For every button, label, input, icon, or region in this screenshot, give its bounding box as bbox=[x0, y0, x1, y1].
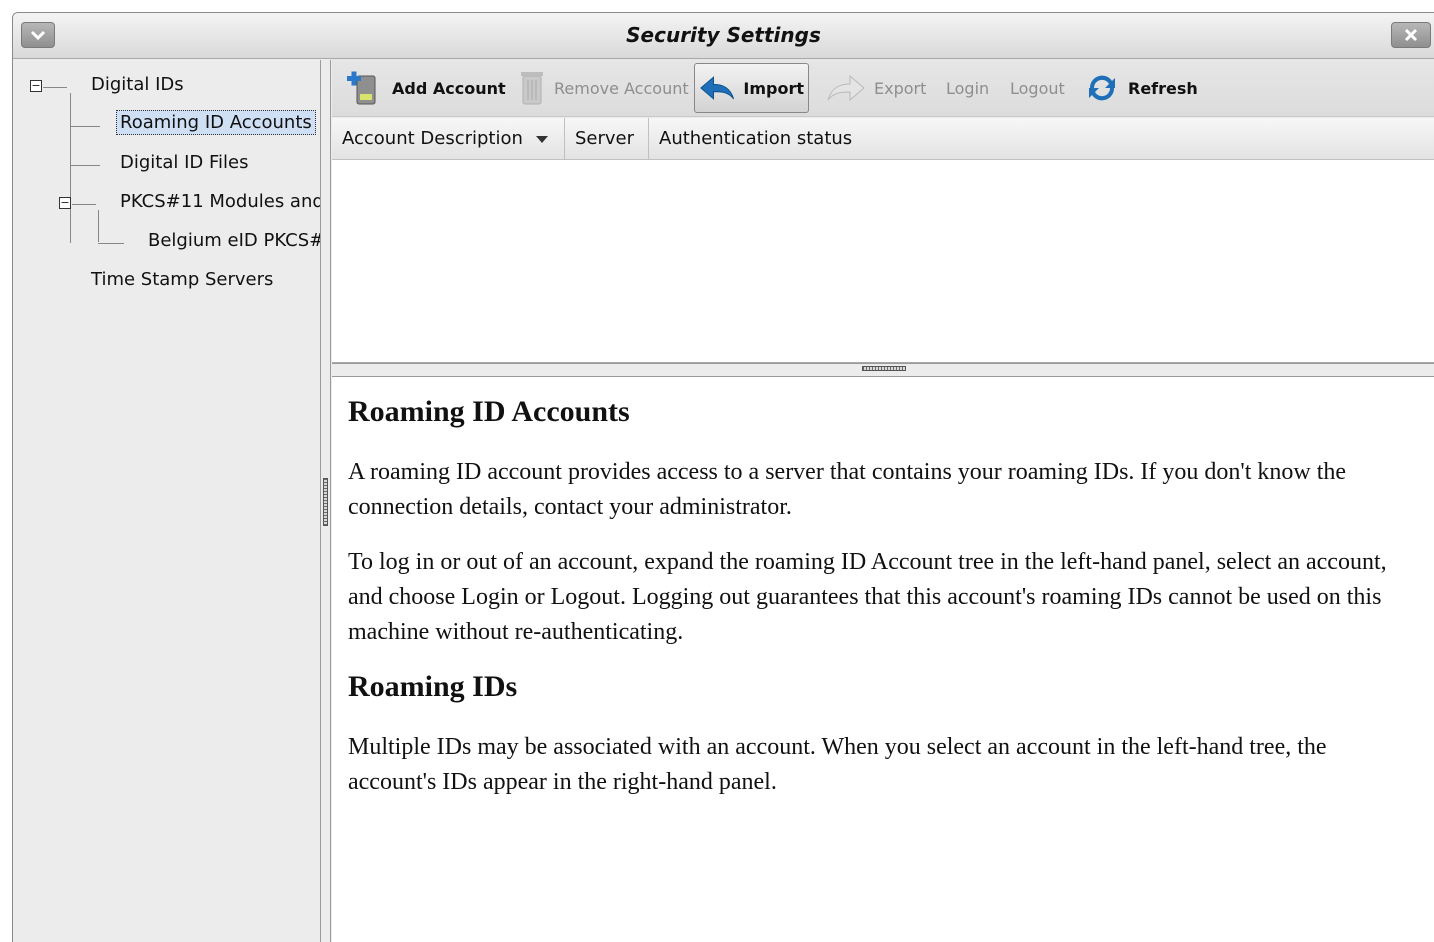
expander-pkcs[interactable]: − bbox=[59, 197, 71, 209]
account-list[interactable] bbox=[332, 160, 1434, 363]
tree-item-digital-id-files[interactable]: Digital ID Files bbox=[120, 152, 249, 173]
column-account-description[interactable]: Account Description bbox=[332, 118, 565, 160]
logout-label: Logout bbox=[1010, 78, 1065, 98]
sort-down-icon bbox=[535, 136, 548, 143]
column-server[interactable]: Server bbox=[565, 118, 649, 160]
tree-item-belgium-eid[interactable]: Belgium eID PKCS# bbox=[148, 230, 324, 251]
expander-digital-ids[interactable]: − bbox=[30, 80, 42, 92]
remove-account-button[interactable]: Remove Account bbox=[514, 63, 693, 113]
add-account-icon bbox=[347, 71, 376, 105]
title-bar: Security Settings bbox=[13, 13, 1434, 59]
help-paragraph-1: A roaming ID account provides access to … bbox=[348, 459, 1347, 520]
help-panel: Roaming ID Accounts A roaming ID account… bbox=[332, 377, 1434, 942]
import-button[interactable]: Import bbox=[694, 63, 809, 113]
splitter-grip[interactable] bbox=[323, 478, 328, 526]
column-label-account-description: Account Description bbox=[342, 128, 523, 149]
remove-account-label: Remove Account bbox=[554, 78, 689, 98]
login-label: Login bbox=[946, 78, 990, 98]
horizontal-splitter[interactable] bbox=[332, 363, 1434, 377]
refresh-button[interactable]: Refresh bbox=[1080, 63, 1202, 113]
column-label-server: Server bbox=[575, 128, 635, 149]
vertical-splitter[interactable] bbox=[320, 60, 331, 942]
splitter-grip-horizontal[interactable] bbox=[862, 366, 906, 371]
help-paragraph-2: To log in or out of an account, expand t… bbox=[348, 549, 1387, 645]
close-button[interactable] bbox=[1391, 22, 1431, 48]
tree-item-time-stamp-servers[interactable]: Time Stamp Servers bbox=[91, 269, 273, 290]
tree-item-digital-ids[interactable]: Digital IDs bbox=[91, 74, 184, 95]
column-authentication-status[interactable]: Authentication status bbox=[649, 118, 1434, 160]
column-label-authentication-status: Authentication status bbox=[659, 128, 853, 149]
help-heading-roaming-id-accounts: Roaming ID Accounts bbox=[348, 395, 630, 428]
export-arrow-icon bbox=[827, 74, 865, 102]
refresh-label: Refresh bbox=[1128, 78, 1198, 98]
account-table-header: Account Description Server Authenticatio… bbox=[332, 118, 1434, 160]
window-title: Security Settings bbox=[626, 23, 821, 47]
export-label: Export bbox=[874, 78, 927, 98]
tree-item-pkcs-modules[interactable]: PKCS#11 Modules and bbox=[120, 191, 324, 212]
add-account-label: Add Account bbox=[392, 78, 506, 98]
import-arrow-icon bbox=[700, 76, 735, 100]
help-paragraph-3: Multiple IDs may be associated with an a… bbox=[348, 734, 1327, 795]
import-label: Import bbox=[743, 78, 804, 98]
login-button[interactable]: Login bbox=[942, 63, 993, 113]
export-button[interactable]: Export bbox=[822, 63, 930, 113]
trash-icon bbox=[521, 72, 543, 105]
help-heading-roaming-ids: Roaming IDs bbox=[348, 670, 518, 703]
add-account-button[interactable]: Add Account bbox=[340, 63, 510, 113]
refresh-icon bbox=[1089, 75, 1115, 101]
settings-tree: − Digital IDs Roaming ID Accounts Digita… bbox=[13, 60, 324, 942]
tree-item-roaming-id-accounts[interactable]: Roaming ID Accounts bbox=[116, 110, 316, 135]
logout-button[interactable]: Logout bbox=[1006, 63, 1069, 113]
toolbar: Add Account Remove Account Import Export… bbox=[332, 59, 1434, 117]
close-icon bbox=[1404, 28, 1418, 42]
